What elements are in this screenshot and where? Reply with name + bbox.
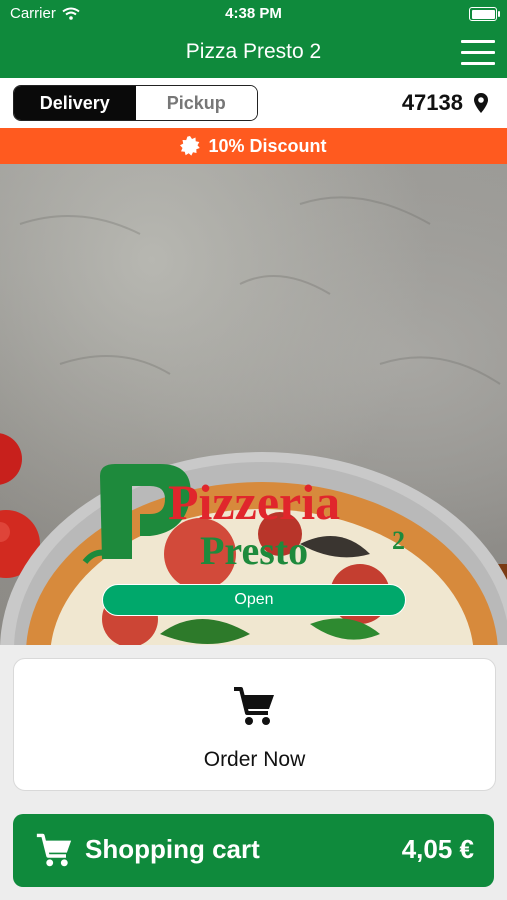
badge-icon — [180, 136, 201, 156]
discount-banner[interactable]: 10% Discount — [0, 128, 507, 164]
shopping-cart-label: Shopping cart — [85, 834, 260, 864]
order-mode-bar: Delivery Pickup 47138 — [0, 78, 507, 128]
pizza-illustration: Pizzeria Presto 2 — [0, 196, 507, 645]
delivery-pickup-toggle[interactable]: Delivery Pickup — [13, 85, 258, 121]
cart-icon — [234, 687, 274, 725]
status-time: 4:38 PM — [225, 5, 282, 22]
cart-total-price: 4,05 € — [401, 834, 474, 864]
location-pin-icon — [474, 93, 488, 113]
discount-text: 10% Discount — [208, 135, 327, 156]
open-status-badge: Open — [102, 584, 406, 616]
order-now-card[interactable]: Order Now — [13, 658, 496, 791]
logo-line1: Pizzeria — [168, 474, 340, 530]
battery-icon — [469, 7, 500, 21]
pickup-tab[interactable]: Pickup — [135, 86, 257, 120]
logo-line2: Presto — [200, 528, 308, 573]
hamburger-menu-icon[interactable] — [461, 40, 495, 66]
navigation-bar: Pizza Presto 2 — [0, 28, 507, 78]
location-selector[interactable]: 47138 — [402, 90, 489, 116]
cart-icon — [36, 833, 72, 867]
shopping-cart-button[interactable]: Shopping cart 4,05 € — [13, 814, 494, 887]
status-bar: Carrier 4:38 PM — [0, 0, 507, 28]
zip-code: 47138 — [401, 90, 463, 115]
order-now-label: Order Now — [203, 748, 306, 771]
delivery-tab[interactable]: Delivery — [14, 86, 136, 120]
page-title: Pizza Presto 2 — [185, 40, 322, 63]
logo-superscript: 2 — [392, 526, 405, 555]
hero-banner: Pizzeria Presto 2 — [0, 164, 507, 645]
